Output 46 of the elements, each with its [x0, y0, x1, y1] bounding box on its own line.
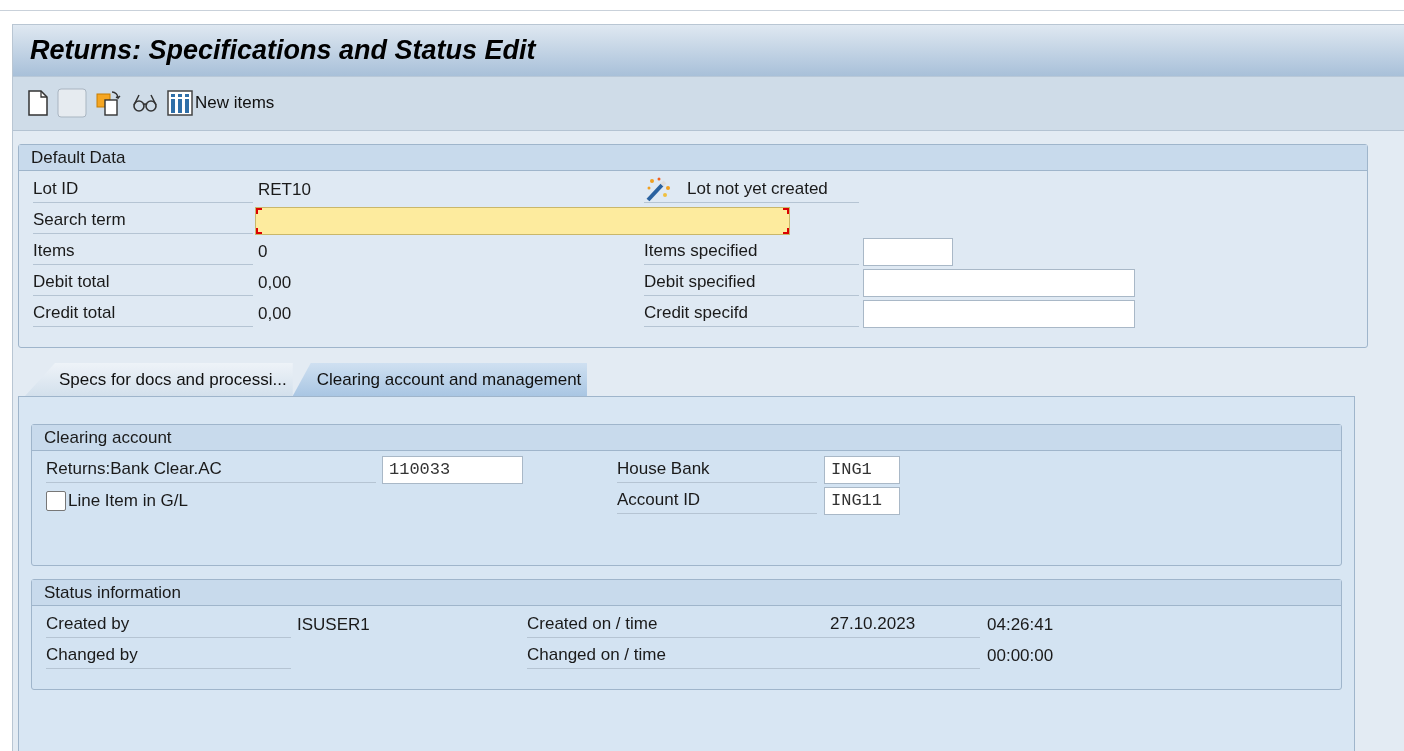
field-label: House Bank — [617, 459, 710, 479]
field-value: 0 — [258, 241, 268, 262]
field-label: Items — [33, 241, 75, 261]
window-title: Returns: Specifications and Status Edit — [30, 34, 536, 66]
field-value: 0,00 — [258, 272, 292, 293]
group-header: Status information — [32, 580, 1341, 606]
checkbox-label: Line Item in G/L — [68, 490, 188, 511]
field-label: Created by — [46, 614, 130, 634]
field-label: Returns:Bank Clear.AC — [46, 459, 222, 479]
tab[interactable]: Specs for docs and processi... — [25, 363, 293, 396]
field-label: Credit total — [33, 303, 116, 323]
field-label: Debit specified — [644, 272, 756, 292]
input-field[interactable] — [863, 268, 1135, 297]
input-field[interactable] — [863, 237, 953, 266]
glasses-icon[interactable] — [131, 92, 159, 115]
input-field[interactable] — [863, 299, 1135, 328]
copy-icon[interactable] — [95, 89, 123, 118]
field-label: Credit specifd — [644, 303, 748, 323]
field-value: RET10 — [258, 179, 311, 200]
field-label: Search term — [33, 210, 126, 230]
field-value: 0,00 — [258, 303, 292, 324]
new-items-button[interactable]: New items — [167, 90, 275, 117]
new-document-icon[interactable] — [27, 90, 49, 117]
field-label: Changed by — [46, 645, 138, 665]
input-field[interactable]: ING11 — [824, 486, 900, 515]
search-field[interactable] — [255, 206, 790, 235]
magic-wand-icon — [644, 176, 672, 202]
time-value: 04:26:41 — [987, 614, 1054, 635]
field-label: Items specified — [644, 241, 758, 261]
date-value: 27.10.2023 — [830, 614, 916, 634]
field-label: Lot ID — [33, 179, 79, 199]
tab[interactable]: Clearing account and management — [292, 363, 588, 396]
input-field[interactable]: ING1 — [824, 455, 900, 484]
blank-button[interactable] — [57, 88, 87, 119]
group-header: Default Data — [19, 145, 1367, 171]
field-value: ISUSER1 — [297, 614, 370, 635]
columns-icon — [167, 90, 193, 117]
time-value: 00:00:00 — [987, 645, 1054, 666]
field-label: Account ID — [617, 490, 701, 510]
group-header: Clearing account — [32, 425, 1341, 451]
field-label: Changed on / time — [527, 645, 666, 665]
checkbox[interactable] — [46, 490, 66, 511]
field-label: Debit total — [33, 272, 110, 292]
field-label: Created on / time — [527, 614, 658, 634]
input-field[interactable]: 110033 — [382, 455, 523, 484]
status-text: Lot not yet created — [687, 179, 828, 199]
